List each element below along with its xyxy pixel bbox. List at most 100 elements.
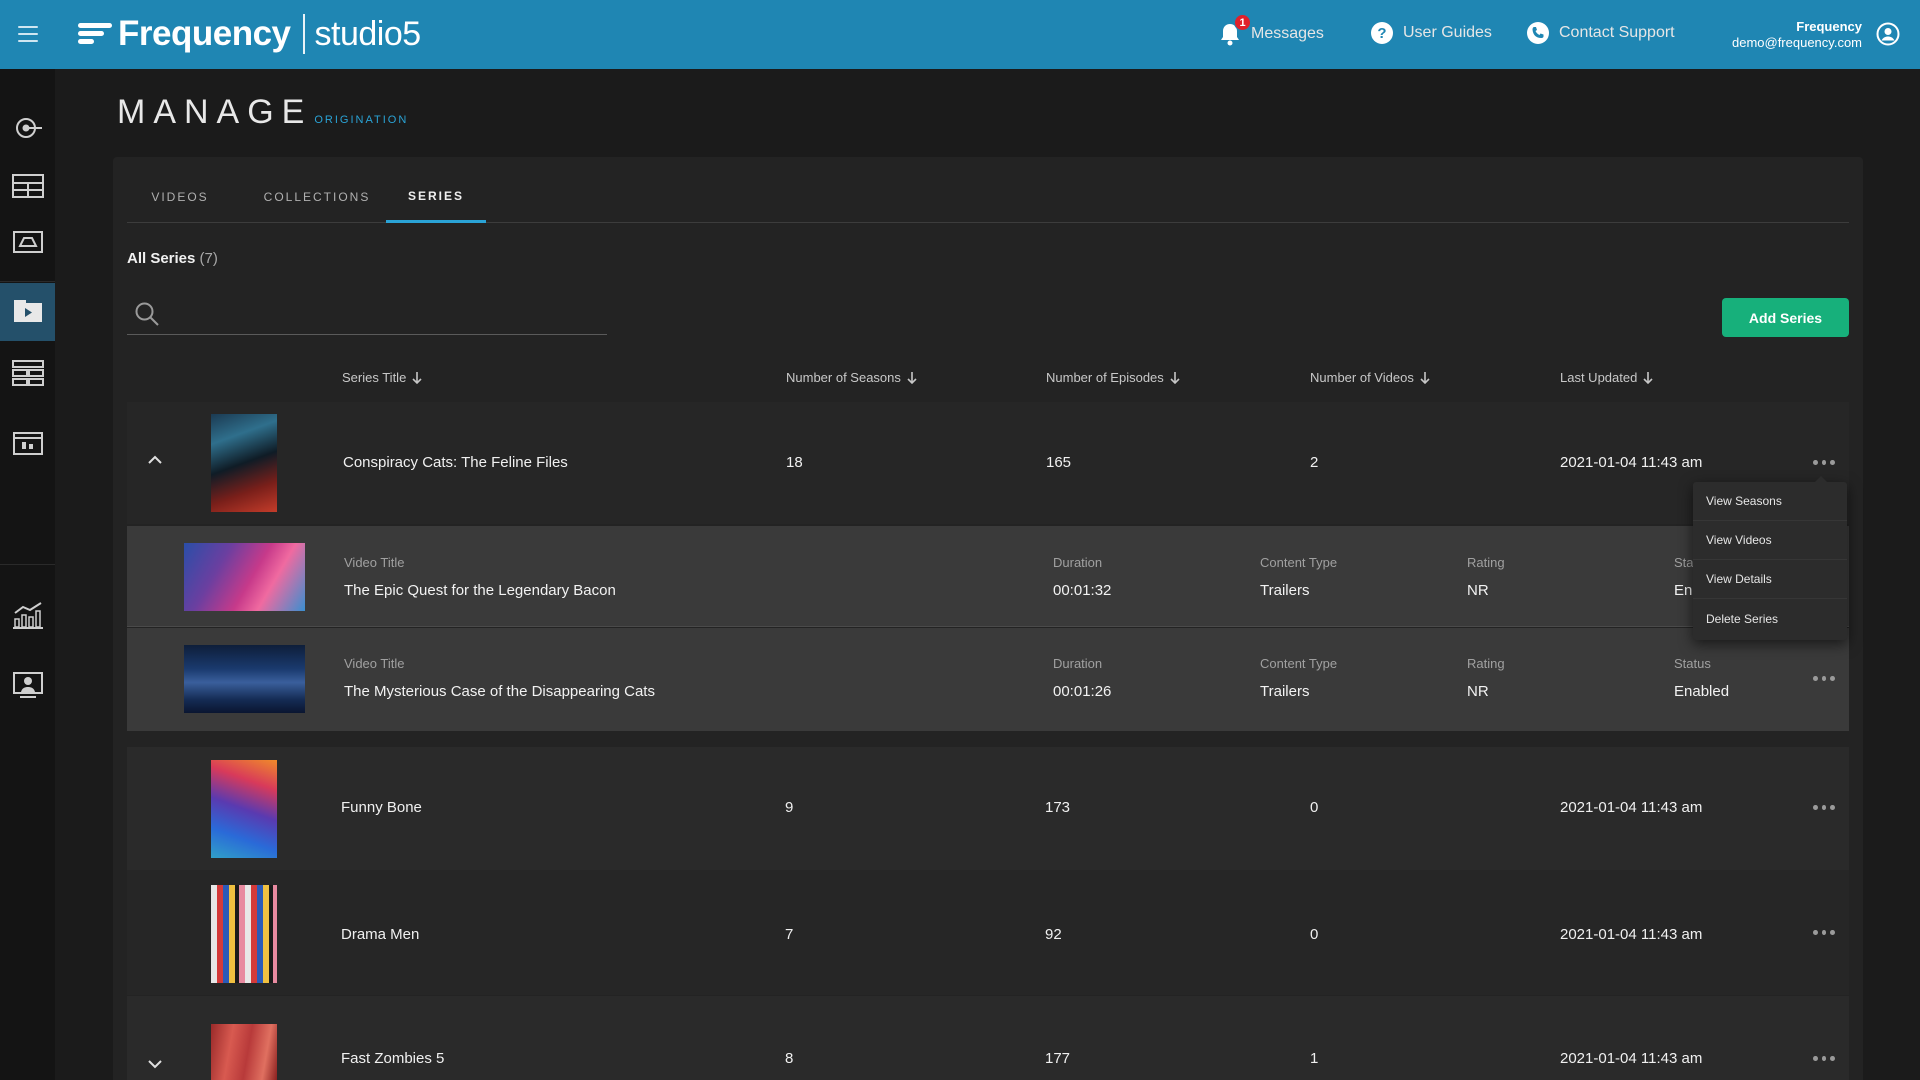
- more-options-icon[interactable]: [1813, 805, 1836, 811]
- user-email: demo@frequency.com: [1731, 35, 1862, 50]
- column-header-episodes[interactable]: Number of Episodes: [1046, 370, 1180, 385]
- sidebar: [0, 69, 55, 1080]
- sidebar-item-user-management-icon[interactable]: [0, 656, 55, 714]
- series-last-updated: 2021-01-04 11:43 am: [1560, 926, 1703, 943]
- sidebar-divider: [0, 564, 55, 565]
- video-rating: NR: [1467, 683, 1489, 700]
- column-header-last-updated[interactable]: Last Updated: [1560, 370, 1653, 385]
- tab-series[interactable]: SERIES: [386, 171, 486, 223]
- sidebar-item-schedule-icon[interactable]: [0, 414, 55, 472]
- column-header-seasons[interactable]: Number of Seasons: [786, 370, 917, 385]
- video-duration: 00:01:32: [1053, 582, 1112, 599]
- duration-label: Duration: [1053, 555, 1103, 570]
- series-videos: 0: [1310, 926, 1319, 943]
- series-episodes: 92: [1045, 926, 1062, 943]
- series-last-updated: 2021-01-04 11:43 am: [1560, 454, 1703, 471]
- series-video-row[interactable]: Video Title The Epic Quest for the Legen…: [127, 526, 1849, 627]
- sidebar-item-channel-icon[interactable]: [0, 214, 55, 272]
- page-heading: MANAGE ORIGINATION: [117, 93, 408, 132]
- sidebar-item-manage-icon[interactable]: [0, 283, 55, 341]
- collapse-chevron-up-icon[interactable]: [147, 452, 163, 470]
- series-seasons: 7: [785, 926, 794, 943]
- video-title[interactable]: The Epic Quest for the Legendary Bacon: [344, 582, 616, 599]
- menu-item-view-seasons[interactable]: View Seasons: [1693, 482, 1847, 521]
- series-thumbnail[interactable]: [211, 885, 277, 983]
- video-thumbnail[interactable]: [184, 645, 305, 713]
- search-bar: [127, 292, 607, 335]
- more-options-icon[interactable]: [1813, 930, 1836, 936]
- hamburger-menu-icon[interactable]: [18, 26, 38, 42]
- series-thumbnail[interactable]: [211, 414, 277, 512]
- top-bar: Frequency studio5 1 Messages ? User Guid…: [0, 0, 1920, 69]
- messages-button[interactable]: 1 Messages: [1219, 14, 1324, 46]
- content-type-label: Content Type: [1260, 555, 1338, 570]
- column-header-label: Number of Episodes: [1046, 370, 1164, 385]
- app-logo[interactable]: Frequency studio5: [78, 12, 421, 56]
- more-options-icon[interactable]: [1813, 460, 1836, 466]
- more-options-icon[interactable]: [1813, 676, 1836, 682]
- section-title: All Series (7): [127, 250, 218, 267]
- tab-videos[interactable]: VIDEOS: [127, 171, 233, 223]
- series-row[interactable]: Conspiracy Cats: The Feline Files 18 165…: [127, 402, 1849, 524]
- menu-item-view-videos[interactable]: View Videos: [1693, 521, 1847, 560]
- user-avatar-icon[interactable]: [1876, 22, 1900, 46]
- series-videos: 2: [1310, 454, 1319, 471]
- sidebar-item-layout-icon[interactable]: [0, 344, 55, 402]
- series-count: (7): [199, 250, 218, 267]
- page-title: MANAGE: [117, 93, 313, 131]
- tab-collections[interactable]: COLLECTIONS: [242, 171, 392, 223]
- video-thumbnail[interactable]: [184, 543, 305, 611]
- contact-support-button[interactable]: Contact Support: [1527, 22, 1675, 44]
- series-thumbnail[interactable]: [211, 760, 277, 858]
- column-header-label: Last Updated: [1560, 370, 1638, 385]
- user-account[interactable]: Frequency demo@frequency.com: [1732, 19, 1862, 51]
- search-input[interactable]: [169, 298, 589, 328]
- sort-arrow-down-icon: [1420, 371, 1430, 384]
- column-header-label: Number of Seasons: [786, 370, 901, 385]
- page-subtitle: ORIGINATION: [314, 114, 409, 126]
- video-duration: 00:01:26: [1053, 683, 1112, 700]
- series-row[interactable]: Drama Men 7 92 0 2021-01-04 11:43 am: [127, 870, 1849, 995]
- user-guides-button[interactable]: ? User Guides: [1371, 22, 1492, 44]
- series-title[interactable]: Fast Zombies 5: [341, 1050, 444, 1067]
- sort-arrow-down-icon: [1643, 371, 1653, 384]
- user-name: Frequency: [1796, 19, 1862, 34]
- expand-chevron-down-icon[interactable]: [147, 1056, 163, 1074]
- contact-support-label: Contact Support: [1559, 24, 1675, 41]
- series-thumbnail[interactable]: [211, 1024, 277, 1080]
- tab-bar: VIDEOS COLLECTIONS SERIES: [127, 171, 1849, 223]
- section-title-text: All Series: [127, 250, 196, 267]
- more-options-icon[interactable]: [1813, 1056, 1836, 1062]
- sidebar-item-analytics-icon[interactable]: [0, 586, 55, 644]
- video-title[interactable]: The Mysterious Case of the Disappearing …: [344, 683, 655, 700]
- video-rating: NR: [1467, 582, 1489, 599]
- series-episodes: 177: [1045, 1050, 1071, 1067]
- user-guides-label: User Guides: [1403, 24, 1492, 41]
- menu-item-view-details[interactable]: View Details: [1693, 560, 1847, 599]
- column-header-series-title[interactable]: Series Title: [342, 370, 422, 385]
- series-title[interactable]: Drama Men: [341, 926, 419, 943]
- series-title[interactable]: Conspiracy Cats: The Feline Files: [343, 454, 568, 471]
- search-icon: [134, 301, 160, 332]
- series-seasons: 18: [786, 454, 803, 471]
- sidebar-item-origination-icon[interactable]: [0, 99, 55, 157]
- series-title[interactable]: Funny Bone: [341, 799, 422, 816]
- content-type-label: Content Type: [1260, 656, 1338, 671]
- frequency-logo-mark-icon: [78, 20, 112, 48]
- bell-icon: 1: [1219, 14, 1251, 46]
- video-status: Enabled: [1674, 683, 1730, 700]
- add-series-button[interactable]: Add Series: [1722, 298, 1849, 337]
- logo-divider: [302, 14, 305, 54]
- sidebar-divider: [0, 281, 55, 282]
- menu-item-delete-series[interactable]: Delete Series: [1693, 599, 1847, 638]
- rating-label: Rating: [1467, 656, 1505, 671]
- column-header-videos[interactable]: Number of Videos: [1310, 370, 1430, 385]
- sidebar-item-grid-icon[interactable]: [0, 157, 55, 215]
- series-row[interactable]: Fast Zombies 5 8 177 1 2021-01-04 11:43 …: [127, 996, 1849, 1080]
- phone-icon: [1527, 22, 1549, 44]
- series-row[interactable]: Funny Bone 9 173 0 2021-01-04 11:43 am: [127, 747, 1849, 870]
- series-video-row[interactable]: Video Title The Mysterious Case of the D…: [127, 628, 1849, 731]
- series-videos: 0: [1310, 799, 1319, 816]
- status-label: Status: [1674, 656, 1711, 671]
- series-seasons: 9: [785, 799, 794, 816]
